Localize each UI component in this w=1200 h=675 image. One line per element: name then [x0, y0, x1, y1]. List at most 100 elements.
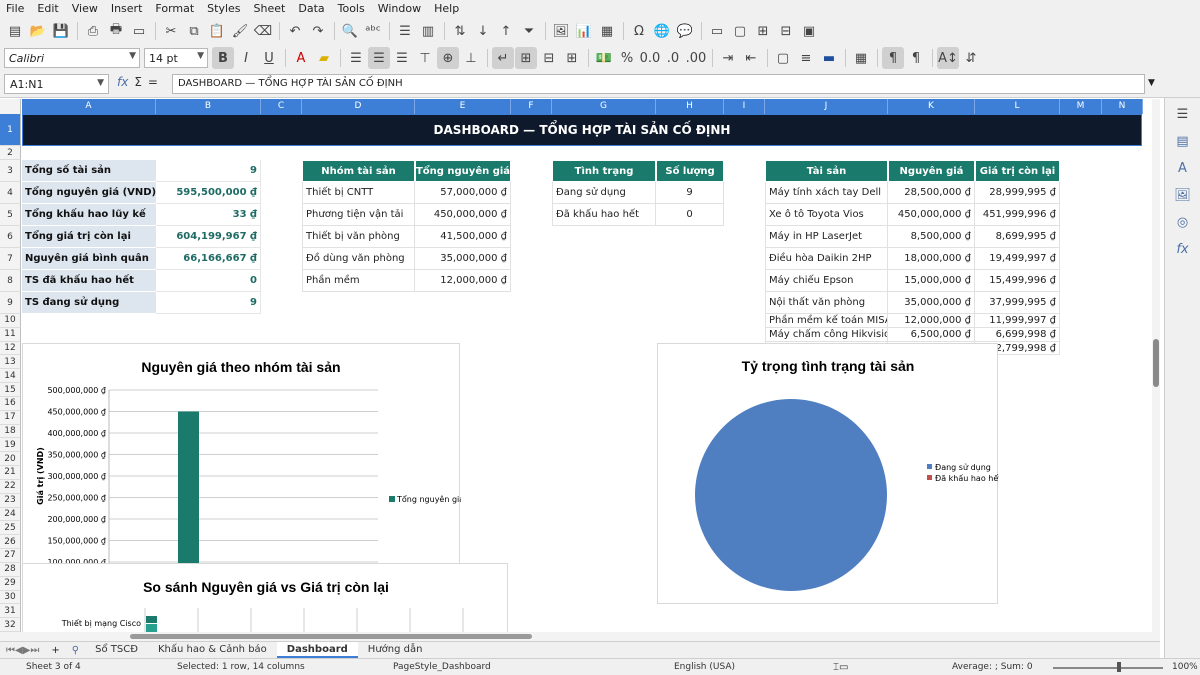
- asset-table-cell[interactable]: Nội thất văn phòng: [765, 292, 888, 314]
- asset-table-cell[interactable]: Máy in HP LaserJet: [765, 226, 888, 248]
- menu-window[interactable]: Window: [378, 2, 421, 15]
- font-size-box[interactable]: 14 pt ▼: [144, 48, 208, 68]
- split-window-icon[interactable]: ⊟: [775, 20, 797, 42]
- group-table-cell[interactable]: Thiết bị CNTT: [302, 182, 415, 204]
- percent-icon[interactable]: %: [616, 47, 638, 69]
- define-print-area-icon[interactable]: ▢: [729, 20, 751, 42]
- status-table-cell[interactable]: Đã khấu hao hết: [552, 204, 656, 226]
- left-to-right-icon[interactable]: ¶: [882, 47, 904, 69]
- column-header-I[interactable]: I: [724, 99, 765, 114]
- column-header-H[interactable]: H: [656, 99, 724, 114]
- row-header-25[interactable]: 25: [0, 521, 21, 536]
- spreadsheet-grid[interactable]: ABCDEFGHIJKLMN 1 2 3 4 5 6 7 8 9 10 11 12 13 14 15 16 17…: [0, 99, 1160, 632]
- group-table-cell[interactable]: Thiết bị văn phòng: [302, 226, 415, 248]
- formula-input[interactable]: DASHBOARD — TỔNG HỢP TÀI SẢN CỐ ĐỊNH: [172, 74, 1145, 94]
- row-header-15[interactable]: 15: [0, 383, 21, 397]
- row-header-32[interactable]: 32: [0, 618, 21, 632]
- copy-icon[interactable]: ⧉: [183, 20, 205, 42]
- clear-format-icon[interactable]: ⌫: [252, 20, 274, 42]
- text-direction-vertical-icon[interactable]: ⇵: [960, 47, 982, 69]
- column-header-C[interactable]: C: [261, 99, 302, 114]
- vertical-scrollbar[interactable]: [1152, 99, 1160, 632]
- save-icon[interactable]: 💾: [50, 20, 72, 42]
- unmerge-cells-icon[interactable]: ⊟: [538, 47, 560, 69]
- font-color-icon[interactable]: A: [290, 47, 312, 69]
- asset-table-header[interactable]: Giá trị còn lại: [975, 160, 1060, 182]
- row-header-11[interactable]: 11: [0, 327, 21, 342]
- wrap-text-icon[interactable]: ↵: [492, 47, 514, 69]
- row-header-2[interactable]: 2: [0, 146, 21, 160]
- bar-mark[interactable]: [146, 616, 157, 623]
- menu-help[interactable]: Help: [434, 2, 459, 15]
- zoom-slider[interactable]: [1053, 667, 1163, 669]
- navigator-icon[interactable]: ◎: [1165, 211, 1200, 233]
- row-header-27[interactable]: 27: [0, 549, 21, 563]
- chart-icon[interactable]: 📊: [573, 20, 595, 42]
- border-style-icon[interactable]: ≡: [795, 47, 817, 69]
- row-icon[interactable]: ☰: [394, 20, 416, 42]
- sheet-tab-0[interactable]: Sổ TSCĐ: [85, 642, 148, 658]
- asset-table-cell[interactable]: 8,699,995 ₫: [975, 226, 1060, 248]
- row-header-17[interactable]: 17: [0, 410, 21, 425]
- row-header-1[interactable]: 1: [0, 114, 21, 146]
- open-icon[interactable]: 📂: [27, 20, 49, 42]
- menu-edit[interactable]: Edit: [37, 2, 58, 15]
- asset-table-cell[interactable]: Phần mềm kế toán MISA: [765, 314, 888, 328]
- italic-icon[interactable]: I: [235, 47, 257, 69]
- cut-icon[interactable]: ✂: [160, 20, 182, 42]
- column-header-K[interactable]: K: [888, 99, 975, 114]
- group-table-cell[interactable]: 35,000,000 ₫: [415, 248, 511, 270]
- spelling-icon[interactable]: ᵃᵇᶜ: [362, 20, 384, 42]
- summary-value[interactable]: 66,166,667 ₫: [156, 248, 261, 270]
- conditional-format-icon[interactable]: ▦: [850, 47, 872, 69]
- print-icon[interactable]: 🖶: [105, 20, 127, 42]
- row-header-8[interactable]: 8: [0, 270, 21, 292]
- column-header-E[interactable]: E: [415, 99, 511, 114]
- menu-view[interactable]: View: [72, 2, 98, 15]
- status-language[interactable]: English (USA): [674, 662, 735, 672]
- summary-label[interactable]: Nguyên giá bình quân: [22, 248, 156, 270]
- clone-format-icon[interactable]: 🖌: [229, 20, 251, 42]
- bar-chart-group-cost[interactable]: Nguyên giá theo nhóm tài sản 500,000,000 …: [22, 343, 464, 584]
- row-header-20[interactable]: 20: [0, 452, 21, 467]
- zoom-slider-handle[interactable]: [1117, 662, 1121, 672]
- group-table-cell[interactable]: Phần mềm: [302, 270, 415, 292]
- group-table-cell[interactable]: 12,000,000 ₫: [415, 270, 511, 292]
- sort-ascending-icon[interactable]: ↓: [472, 20, 494, 42]
- pivot-table-icon[interactable]: ▦: [596, 20, 618, 42]
- align-right-icon[interactable]: ☰: [391, 47, 413, 69]
- asset-table-cell[interactable]: Điều hòa Daikin 2HP: [765, 248, 888, 270]
- functions-icon[interactable]: fx: [1165, 238, 1200, 260]
- row-header-12[interactable]: 12: [0, 341, 21, 356]
- align-center-icon[interactable]: ☰: [368, 47, 390, 69]
- menu-file[interactable]: File: [6, 2, 24, 15]
- asset-table-cell[interactable]: 35,000,000 ₫: [888, 292, 975, 314]
- asset-table-cell[interactable]: Xe ô tô Toyota Vios: [765, 204, 888, 226]
- group-table-header[interactable]: Tổng nguyên giá: [415, 160, 511, 182]
- font-name-box[interactable]: Calibri ▼: [4, 48, 140, 68]
- column-header-A[interactable]: A: [22, 99, 156, 114]
- group-table-cell[interactable]: Phương tiện vận tải: [302, 204, 415, 226]
- row-header-31[interactable]: 31: [0, 604, 21, 619]
- column-header-D[interactable]: D: [302, 99, 415, 114]
- row-header-3[interactable]: 3: [0, 160, 21, 182]
- horizontal-scrollbar[interactable]: [0, 632, 1160, 641]
- sort-icon[interactable]: ⇅: [449, 20, 471, 42]
- summary-value[interactable]: 9: [156, 292, 261, 314]
- menu-data[interactable]: Data: [298, 2, 324, 15]
- summary-value[interactable]: 604,199,967 ₫: [156, 226, 261, 248]
- summary-label[interactable]: TS đã khấu hao hết: [22, 270, 156, 292]
- column-header-F[interactable]: F: [511, 99, 552, 114]
- sum-icon[interactable]: Σ: [134, 75, 142, 89]
- expand-formula-bar-icon[interactable]: ▼: [1148, 78, 1155, 88]
- column-header-N[interactable]: N: [1102, 99, 1143, 114]
- asset-table-cell[interactable]: 15,499,996 ₫: [975, 270, 1060, 292]
- show-draw-functions-icon[interactable]: ▣: [798, 20, 820, 42]
- sheet-nav-arrows-icon[interactable]: ⏮◀▶⏭: [0, 645, 45, 656]
- group-table-cell[interactable]: Đồ dùng văn phòng: [302, 248, 415, 270]
- row-header-21[interactable]: 21: [0, 466, 21, 480]
- autofilter-icon[interactable]: ⏷: [518, 20, 540, 42]
- status-pagestyle[interactable]: PageStyle_Dashboard: [393, 662, 491, 672]
- row-header-10[interactable]: 10: [0, 314, 21, 328]
- align-bottom-icon[interactable]: ⊥: [460, 47, 482, 69]
